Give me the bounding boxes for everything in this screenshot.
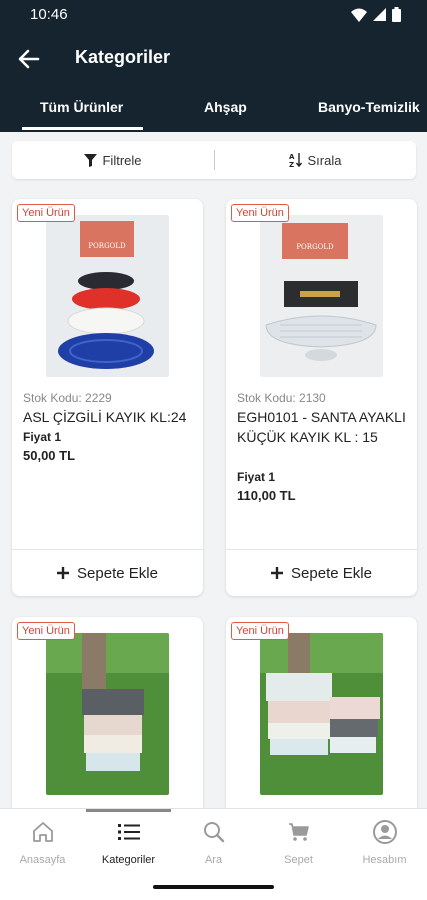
add-to-cart-label: Sepete Ekle [77,564,158,582]
cart-icon [289,823,309,841]
nav-label: Ara [204,854,223,866]
price-label: Fiyat 1 [237,470,276,484]
add-to-cart-button[interactable]: Sepete Ekle [226,550,417,596]
box-brand-text: PORGOLD [88,242,126,250]
tab-banyo-temizlik[interactable]: Banyo-Temizlik [318,99,420,115]
product-price: 50,00 TL [23,448,76,463]
nav-item-home[interactable]: Anasayfa [0,809,85,875]
nav-item-account[interactable]: Hesabım [342,809,427,875]
nav-label: Kategoriler [101,854,156,866]
new-product-badge: Yeni Ürün [17,622,75,640]
product-card[interactable]: Yeni Ürün [226,617,417,817]
filter-label: Filtrele [102,152,142,168]
sort-az-icon: A Z [289,153,302,168]
product-image[interactable]: PORGOLD [46,215,169,377]
new-product-badge: Yeni Ürün [231,204,289,222]
stock-code: Stok Kodu: 2229 [23,391,112,405]
nav-item-categories[interactable]: Kategoriler [86,809,171,875]
back-arrow-icon[interactable] [16,46,42,72]
nav-label: Sepet [284,854,313,866]
home-icon [33,822,53,842]
filter-sort-bar: Filtrele A Z Sırala [12,141,416,179]
product-image[interactable] [46,633,169,795]
category-tabs: Tüm Ürünler Ahşap Banyo-Temizlik [0,88,427,132]
box-brand-text: PORGOLD [296,243,334,251]
nav-item-cart[interactable]: Sepet [256,809,341,875]
filter-icon [84,153,98,167]
product-name[interactable]: ASL ÇİZGİLİ KAYIK KL:24 [23,407,195,427]
tab-all-products[interactable]: Tüm Ürünler [40,99,123,115]
product-price: 110,00 TL [237,488,296,503]
product-card[interactable]: PORGOLD Yeni Ürün Stok Kodu: 2229 ASL Çİ… [12,199,203,596]
sort-button[interactable]: A Z Sırala [214,141,416,179]
product-image[interactable]: PORGOLD [260,215,383,377]
account-icon [373,820,397,844]
plus-icon [57,567,70,579]
plus-icon [271,567,284,579]
gesture-bar [0,874,427,900]
new-product-badge: Yeni Ürün [17,204,75,222]
product-card[interactable]: PORGOLD Yeni Ürün Stok Kodu: 2130 EGH010… [226,199,417,596]
tab-ahsap[interactable]: Ahşap [204,99,247,115]
battery-icon [392,7,401,22]
add-to-cart-button[interactable]: Sepete Ekle [12,550,203,596]
stock-code: Stok Kodu: 2130 [237,391,326,405]
status-icons [351,7,401,22]
nav-label: Anasayfa [19,854,66,866]
sort-label: Sırala [307,152,342,168]
status-bar: 10:46 [0,0,427,30]
filter-button[interactable]: Filtrele [12,141,214,179]
list-icon [118,824,140,840]
app-bar: Kategoriler [0,30,427,88]
wifi-icon [351,8,367,22]
status-time: 10:46 [30,6,68,23]
bottom-navigation: Anasayfa Kategoriler Ara Sepet Hesabım [0,808,427,874]
product-name[interactable]: EGH0101 - SANTA AYAKLI KÜÇÜK KAYIK KL : … [237,407,409,447]
nav-label: Hesabım [362,854,407,866]
product-card[interactable]: Yeni Ürün [12,617,203,817]
price-label: Fiyat 1 [23,430,62,444]
home-gesture-handle[interactable] [153,885,274,889]
add-to-cart-label: Sepete Ekle [291,564,372,582]
product-image[interactable] [260,633,383,795]
svg-text:A: A [289,153,295,161]
nav-item-search[interactable]: Ara [171,809,256,875]
search-icon [204,822,225,843]
signal-icon [373,8,386,21]
tab-active-indicator [22,127,143,130]
new-product-badge: Yeni Ürün [231,622,289,640]
page-title: Kategoriler [75,47,171,67]
svg-text:Z: Z [289,161,294,168]
